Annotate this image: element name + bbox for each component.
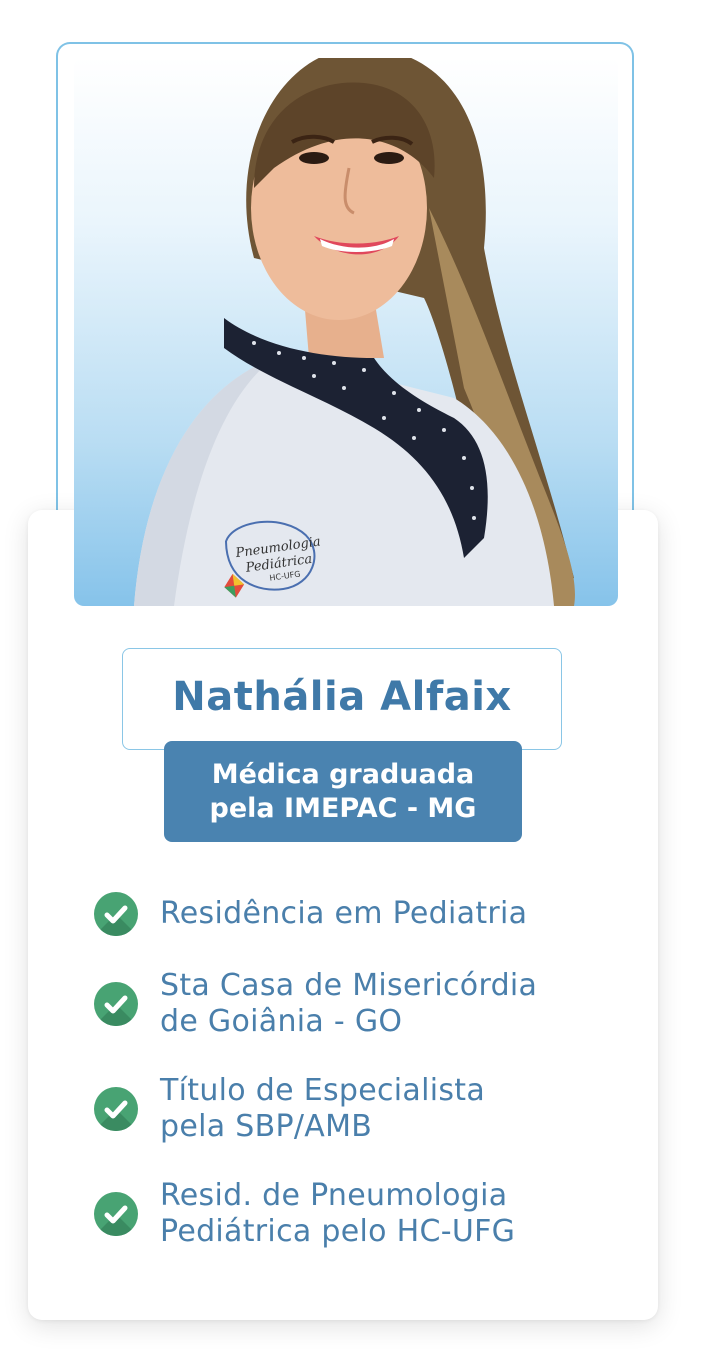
credential-item: Resid. de Pneumologia Pediátrica pelo HC… <box>94 1178 634 1250</box>
check-circle-icon <box>94 892 138 936</box>
credential-item: Residência em Pediatria <box>94 892 634 936</box>
degree-line-1: Médica graduada <box>211 758 475 790</box>
credential-text: Resid. de Pneumologia Pediátrica pelo HC… <box>160 1178 516 1249</box>
check-circle-icon <box>94 1087 138 1131</box>
degree-banner: Médica graduada pela IMEPAC - MG <box>164 741 522 842</box>
doctor-portrait-image: Pneumologia Pediátrica HC-UFG <box>134 58 575 606</box>
check-circle-icon <box>94 982 138 1026</box>
credential-item: Sta Casa de Misericórdia de Goiânia - GO <box>94 968 634 1040</box>
check-circle-icon <box>94 1192 138 1236</box>
degree-line-2: pela IMEPAC - MG <box>209 792 477 824</box>
credential-text: Título de Especialista pela SBP/AMB <box>160 1073 486 1144</box>
credential-text: Residência em Pediatria <box>160 896 528 931</box>
credential-text: Sta Casa de Misericórdia de Goiânia - GO <box>160 968 538 1039</box>
name-box: Nathália Alfaix <box>122 648 562 750</box>
doctor-name: Nathália Alfaix <box>172 674 512 720</box>
doctor-photo: Pneumologia Pediátrica HC-UFG <box>74 58 618 606</box>
credential-item: Título de Especialista pela SBP/AMB <box>94 1073 634 1145</box>
